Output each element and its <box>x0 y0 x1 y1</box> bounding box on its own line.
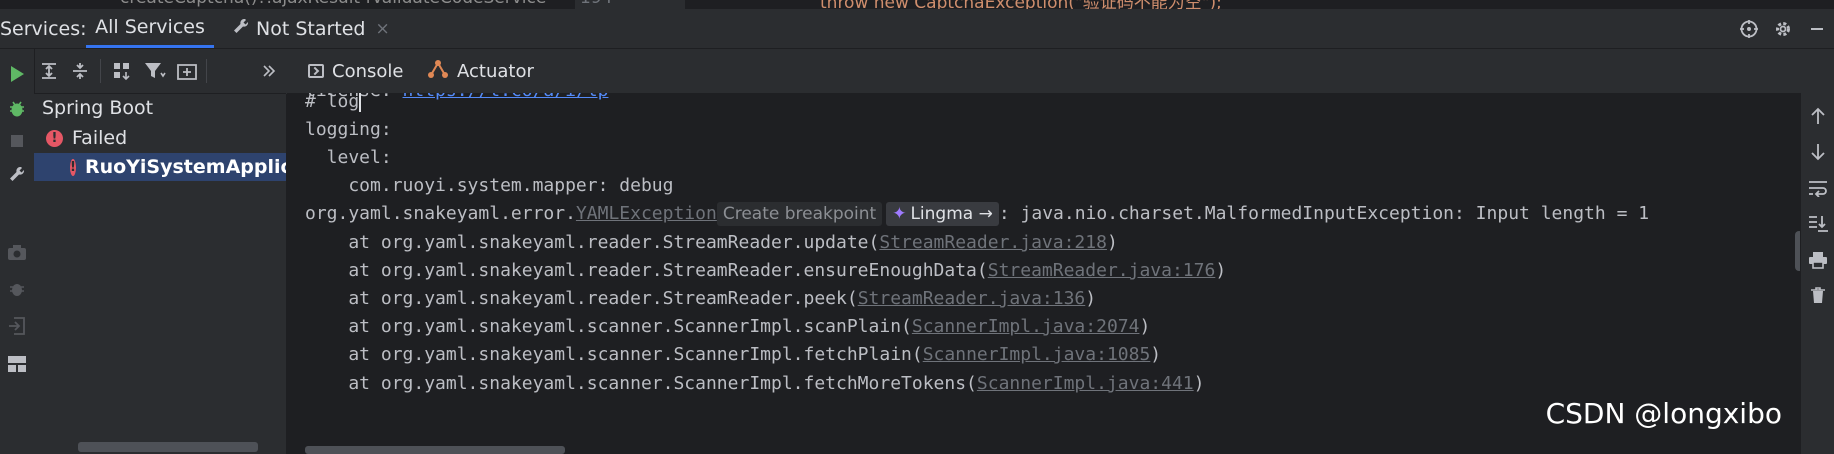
tree-horizontal-scrollbar[interactable] <box>78 442 258 452</box>
toolbar-separator <box>206 59 207 83</box>
camera-icon[interactable] <box>0 237 34 267</box>
run-icon[interactable] <box>0 59 34 89</box>
close-icon[interactable]: × <box>376 19 390 39</box>
console-link[interactable]: https://t.co/a/i/lp <box>403 93 609 101</box>
trash-icon[interactable] <box>1801 280 1834 310</box>
soft-wrap-icon[interactable] <box>1801 173 1834 203</box>
more-icon[interactable] <box>254 56 284 86</box>
tree-node-failed[interactable]: ! Failed <box>42 124 127 152</box>
debug-icon[interactable] <box>0 94 34 124</box>
wrench-icon <box>232 17 250 40</box>
console-action-bar <box>1800 93 1834 454</box>
tab-not-started[interactable]: Not Started × <box>232 9 390 48</box>
error-icon: ! <box>70 158 76 176</box>
console-line-comment: # log <box>305 93 362 112</box>
console-horizontal-scrollbar[interactable] <box>305 446 565 454</box>
console-line-exception: org.yaml.snakeyaml.error.YAMLException Cr… <box>305 202 1650 226</box>
stack-source-link[interactable]: ScannerImpl.java:441 <box>977 373 1194 394</box>
scroll-end-icon[interactable] <box>1801 208 1834 238</box>
tab-label: Not Started <box>256 17 366 40</box>
tab-label: All Services <box>95 16 205 38</box>
error-icon: ! <box>46 129 63 147</box>
up-icon[interactable] <box>1801 101 1834 131</box>
stack-line: at org.yaml.snakeyaml.reader.StreamReade… <box>305 260 1227 281</box>
expand-all-icon[interactable] <box>34 56 64 86</box>
tab-actuator[interactable]: Actuator <box>427 49 534 93</box>
stack-source-link[interactable]: StreamReader.java:136 <box>858 288 1086 309</box>
stack-source-link[interactable]: ScannerImpl.java:2074 <box>912 316 1140 337</box>
console-line: logging: <box>305 119 392 140</box>
exception-class-link[interactable]: YAMLException <box>576 203 717 224</box>
crosshair-icon[interactable] <box>1732 12 1766 46</box>
services-label: Services: <box>0 18 87 40</box>
services-tree-toolbar <box>34 49 286 94</box>
layout-icon[interactable] <box>0 349 34 379</box>
left-action-bar <box>0 49 35 454</box>
tab-label: Console <box>332 60 404 82</box>
stack-source-link[interactable]: ScannerImpl.java:1085 <box>923 344 1151 365</box>
tree-node-label: Spring Boot <box>42 97 154 119</box>
add-service-icon[interactable] <box>172 56 202 86</box>
text-caret <box>359 93 362 112</box>
editor-code-fragment-right: throw new CaptchaException("验证码不能为空"); <box>820 0 1222 9</box>
stack-line: at org.yaml.snakeyaml.scanner.ScannerImp… <box>305 373 1205 394</box>
editor-line-number: 194 <box>580 0 612 8</box>
collapse-all-icon[interactable] <box>65 56 95 86</box>
console-tabs: Console Actuator <box>287 49 1800 93</box>
services-header: Services: All Services Not Started × <box>0 9 1834 49</box>
stack-source-link[interactable]: StreamReader.java:176 <box>988 260 1216 281</box>
group-icon[interactable] <box>107 56 137 86</box>
stack-line: at org.yaml.snakeyaml.reader.StreamReade… <box>305 288 1097 309</box>
print-icon[interactable] <box>1801 245 1834 275</box>
tree-node-label: Failed <box>72 127 128 149</box>
login-icon[interactable] <box>0 311 34 341</box>
watermark-text: CSDN @longxibo <box>1545 397 1782 430</box>
toolbar-separator <box>100 59 101 83</box>
services-tree: Spring Boot ! Failed ! RuoYiSystemApplic… <box>34 94 287 454</box>
lingma-button[interactable]: ✦ Lingma → <box>886 202 999 226</box>
stack-source-link[interactable]: StreamReader.java:218 <box>879 232 1107 253</box>
minimize-icon[interactable] <box>1800 12 1834 46</box>
stack-line: at org.yaml.snakeyaml.scanner.ScannerImp… <box>305 316 1151 337</box>
console-icon <box>308 64 324 78</box>
tree-node-ruoyi-system-application[interactable]: ! RuoYiSystemApplicat <box>34 153 286 181</box>
console-output[interactable]: license: https://t.co/a/i/lp # log loggi… <box>287 93 1800 454</box>
editor-code-fragment: createCaptcha()?.ajaxResult fValidateCod… <box>120 0 546 8</box>
stack-line: at org.yaml.snakeyaml.reader.StreamReade… <box>305 232 1118 253</box>
stop-icon[interactable] <box>0 126 34 156</box>
tab-all-services[interactable]: All Services <box>86 9 214 48</box>
tree-node-label: RuoYiSystemApplicat <box>84 156 286 178</box>
tree-node-spring-boot[interactable]: Spring Boot <box>42 94 153 122</box>
lingma-icon: ✦ <box>892 204 907 224</box>
console-line: com.ruoyi.system.mapper: debug <box>305 175 674 196</box>
tab-console[interactable]: Console <box>308 49 403 93</box>
bug-icon[interactable] <box>0 274 34 304</box>
filter-icon[interactable] <box>140 56 170 86</box>
stack-line: at org.yaml.snakeyaml.scanner.ScannerImp… <box>305 344 1162 365</box>
down-icon[interactable] <box>1801 137 1834 167</box>
tab-label: Actuator <box>457 60 534 82</box>
editor-remnant: createCaptcha()?.ajaxResult fValidateCod… <box>0 0 1834 9</box>
console-line: level: <box>305 147 392 168</box>
gear-icon[interactable] <box>1766 12 1800 46</box>
wrench-icon[interactable] <box>0 159 34 189</box>
actuator-icon <box>427 59 449 84</box>
header-actions <box>1732 9 1834 48</box>
create-breakpoint-hint[interactable]: Create breakpoint <box>716 202 883 226</box>
